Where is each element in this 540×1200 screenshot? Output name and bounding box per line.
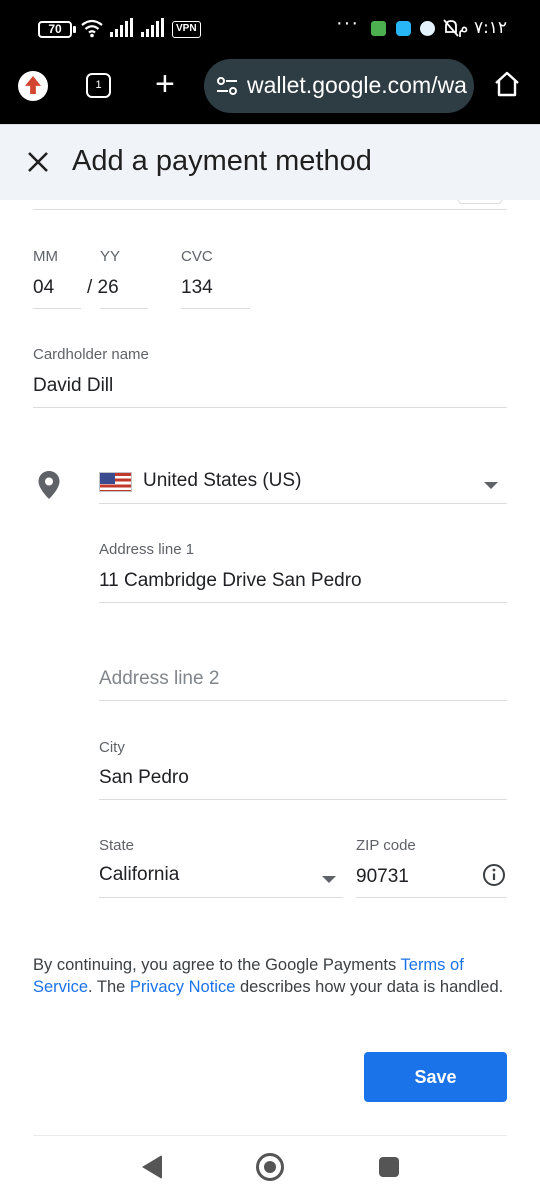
home-button-icon[interactable] bbox=[256, 1153, 284, 1181]
month-input[interactable]: 04 bbox=[33, 277, 54, 299]
url-bar[interactable]: wallet.google.com/wa bbox=[204, 59, 474, 113]
us-flag-icon bbox=[99, 472, 132, 492]
cvc-underline bbox=[181, 308, 250, 309]
city-underline bbox=[99, 799, 507, 800]
location-pin-icon bbox=[38, 471, 60, 499]
month-underline bbox=[33, 308, 81, 309]
browser-toolbar: 1 + wallet.google.com/wa bbox=[0, 58, 540, 124]
state-select[interactable]: California bbox=[99, 864, 179, 886]
site-settings-icon[interactable] bbox=[216, 77, 238, 95]
battery-icon: 70 bbox=[38, 21, 72, 38]
state-underline bbox=[99, 897, 343, 898]
terms-part2: . The bbox=[88, 978, 130, 996]
url-text[interactable]: wallet.google.com/wa bbox=[247, 72, 467, 99]
wifi-icon bbox=[81, 19, 103, 38]
message-notification-icon bbox=[420, 21, 435, 36]
state-dropdown-icon[interactable] bbox=[322, 876, 336, 883]
zip-label: ZIP code bbox=[356, 837, 416, 854]
address-line1-input[interactable]: 11 Cambridge Drive San Pedro bbox=[99, 570, 362, 592]
terms-part1: By continuing, you agree to the Google P… bbox=[33, 956, 401, 974]
address-line1-label: Address line 1 bbox=[99, 541, 195, 558]
save-button[interactable]: Save bbox=[364, 1052, 507, 1102]
clock: ٧:١٢ م bbox=[458, 18, 508, 38]
cardholder-name-label: Cardholder name bbox=[33, 346, 149, 363]
status-bar: 70 VPN ··· ٧:١٢ م bbox=[0, 0, 540, 58]
bell-off-icon bbox=[443, 19, 459, 37]
back-button-icon[interactable] bbox=[142, 1155, 162, 1179]
page-header: Add a payment method bbox=[0, 124, 540, 200]
upgrade-icon[interactable] bbox=[18, 71, 48, 101]
terms-part3: describes how your data is handled. bbox=[235, 978, 504, 996]
info-icon[interactable] bbox=[482, 863, 506, 887]
app-notification-icon bbox=[371, 21, 386, 36]
address-line1-underline bbox=[99, 602, 507, 603]
app-notification-icon-2 bbox=[396, 21, 411, 36]
card-number-underline bbox=[33, 209, 507, 210]
country-underline bbox=[99, 503, 507, 504]
zip-underline bbox=[356, 897, 507, 898]
system-nav-bar bbox=[0, 1140, 540, 1200]
close-icon[interactable] bbox=[25, 149, 51, 175]
recents-button-icon[interactable] bbox=[379, 1157, 399, 1177]
signal-icon-2 bbox=[141, 18, 164, 37]
vpn-badge: VPN bbox=[172, 21, 201, 38]
cardholder-name-input[interactable]: David Dill bbox=[33, 375, 113, 397]
more-notifications-icon: ··· bbox=[336, 12, 359, 34]
zip-input[interactable]: 90731 bbox=[356, 866, 409, 888]
country-dropdown-icon[interactable] bbox=[484, 482, 498, 489]
tab-switcher-button[interactable]: 1 bbox=[86, 73, 111, 98]
year-underline bbox=[100, 308, 148, 309]
page-title: Add a payment method bbox=[72, 145, 372, 177]
card-number-field-edge bbox=[458, 200, 502, 204]
cvc-input[interactable]: 134 bbox=[181, 277, 213, 299]
terms-text: By continuing, you agree to the Google P… bbox=[33, 954, 507, 998]
month-label: MM bbox=[33, 248, 58, 265]
footer-divider bbox=[33, 1135, 507, 1136]
year-label: YY bbox=[100, 248, 121, 265]
city-input[interactable]: San Pedro bbox=[99, 767, 189, 789]
address-line2-underline bbox=[99, 700, 507, 701]
battery-tip bbox=[73, 26, 76, 33]
year-input[interactable]: / 26 bbox=[87, 277, 119, 299]
cvc-label: CVC bbox=[181, 248, 213, 265]
home-icon[interactable] bbox=[492, 69, 522, 99]
signal-icon bbox=[110, 18, 133, 37]
new-tab-button[interactable]: + bbox=[155, 67, 175, 101]
privacy-notice-link[interactable]: Privacy Notice bbox=[130, 978, 235, 996]
cardholder-name-underline bbox=[33, 407, 507, 408]
country-select[interactable]: United States (US) bbox=[143, 470, 301, 492]
address-line2-input[interactable]: Address line 2 bbox=[99, 668, 219, 690]
city-label: City bbox=[99, 739, 125, 756]
state-label: State bbox=[99, 837, 135, 854]
